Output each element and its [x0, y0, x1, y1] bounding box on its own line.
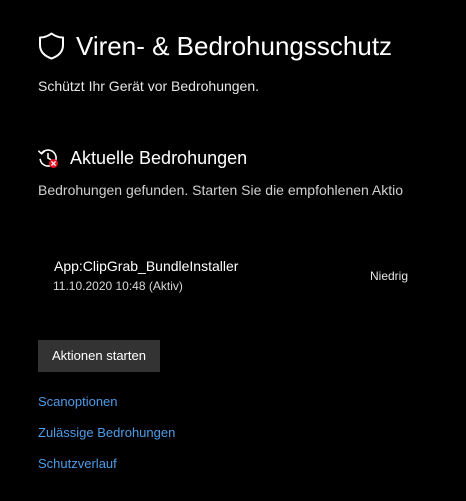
- threat-severity: Niedrig: [370, 269, 409, 283]
- protection-history-link[interactable]: Schutzverlauf: [38, 455, 117, 473]
- threats-description: Bedrohungen gefunden. Starten Sie die em…: [38, 182, 404, 198]
- history-alert-icon: [37, 147, 59, 169]
- threat-row[interactable]: App:ClipGrab_BundleInstaller 11.10.2020 …: [38, 250, 428, 300]
- shield-icon: [38, 32, 65, 60]
- allowed-threats-link[interactable]: Zulässige Bedrohungen: [38, 424, 175, 442]
- threat-name: App:ClipGrab_BundleInstaller: [54, 258, 239, 274]
- start-actions-button[interactable]: Aktionen starten: [38, 340, 160, 372]
- scan-options-link[interactable]: Scanoptionen: [38, 393, 118, 411]
- section-title-current-threats: Aktuelle Bedrohungen: [70, 148, 248, 168]
- threat-date: 11.10.2020 10:48 (Aktiv): [53, 279, 183, 293]
- page-title: Viren- & Bedrohungsschutz: [76, 31, 393, 61]
- page-subtitle: Schützt Ihr Gerät vor Bedrohungen.: [38, 78, 260, 94]
